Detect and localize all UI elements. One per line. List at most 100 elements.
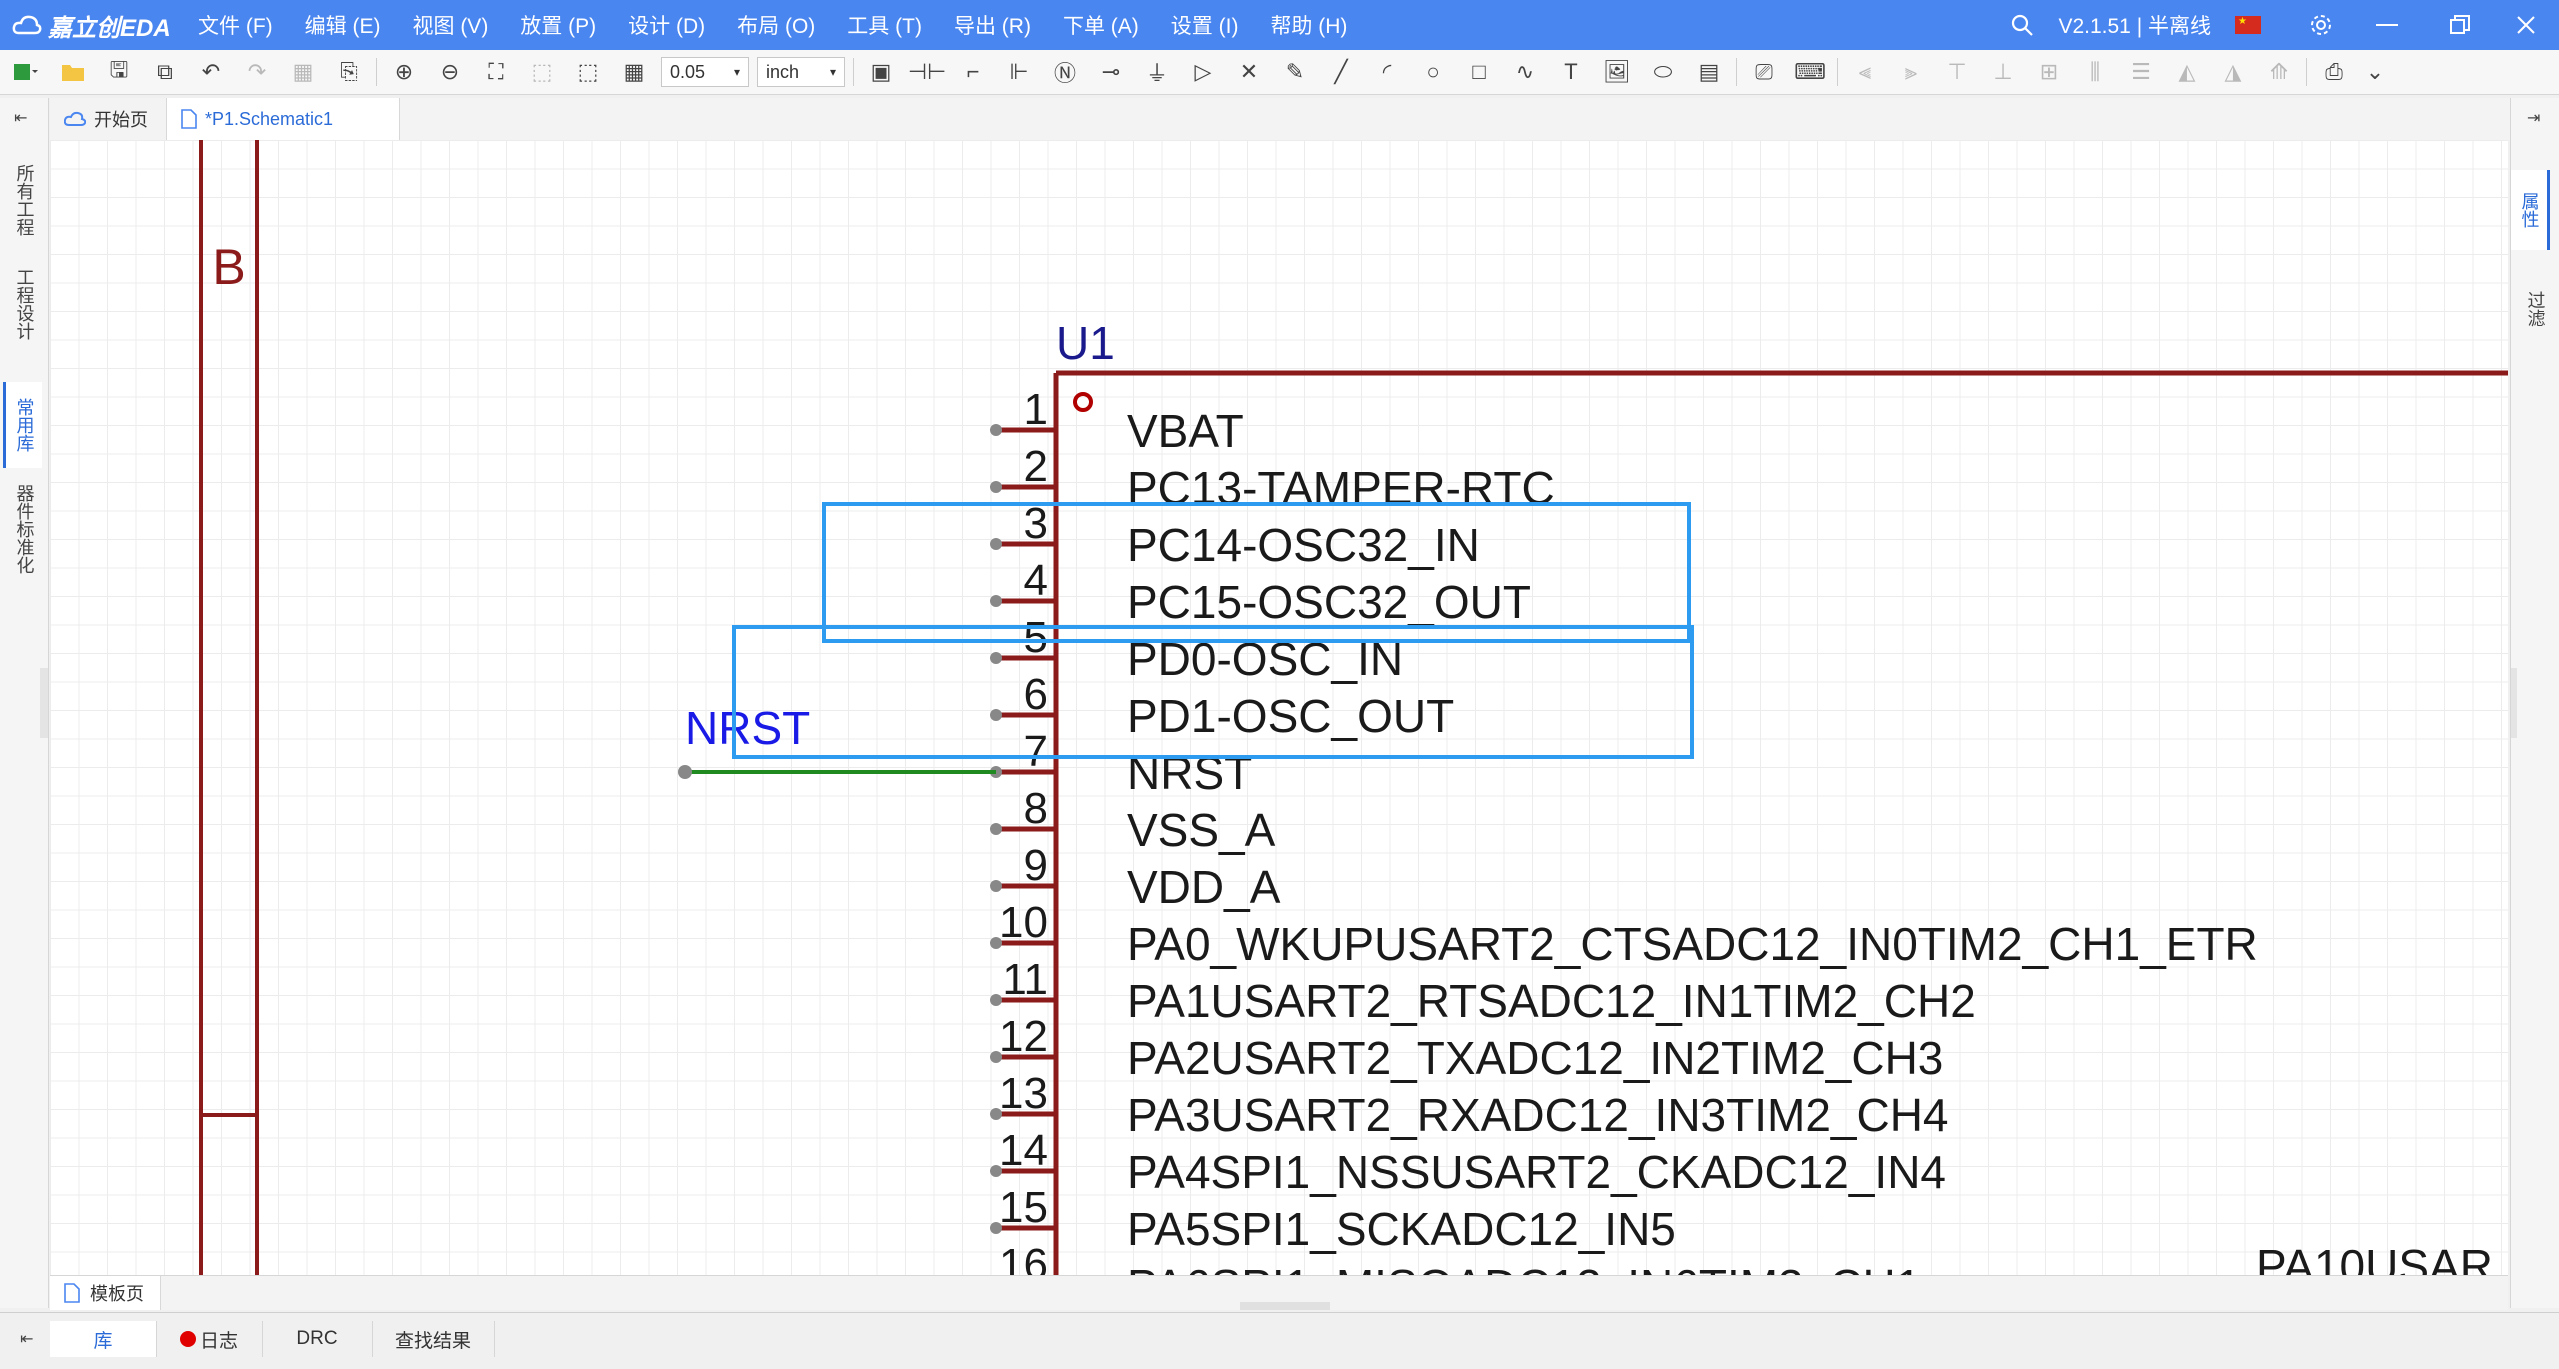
zoom-area-icon[interactable]: ⬚: [565, 52, 611, 92]
menu-file[interactable]: 文件 (F): [182, 10, 289, 40]
pin-endpoint[interactable]: [990, 880, 1002, 892]
pin-endpoint[interactable]: [990, 481, 1002, 493]
net-port-icon[interactable]: ▷: [1180, 52, 1226, 92]
search-icon[interactable]: [1996, 0, 2048, 50]
open-folder-icon[interactable]: [50, 52, 96, 92]
pin-panel-icon[interactable]: ⇤: [14, 108, 27, 128]
grid-size-select[interactable]: 0.05 ▾: [661, 57, 749, 87]
pin-endpoint[interactable]: [990, 709, 1002, 721]
pin-endpoint[interactable]: [990, 823, 1002, 835]
menu-tools[interactable]: 工具 (T): [831, 10, 938, 40]
arc-icon[interactable]: ◜: [1364, 52, 1410, 92]
net-label-icon[interactable]: Ⓝ: [1042, 52, 1088, 92]
sidebar-item-device-standardization[interactable]: 器件标准化: [6, 480, 42, 578]
sidebar-item-properties[interactable]: 属性: [2511, 170, 2550, 250]
net-flag-icon[interactable]: ⊸: [1088, 52, 1134, 92]
zoom-out-icon[interactable]: ⊖: [427, 52, 473, 92]
align-left-icon[interactable]: ⫷: [1842, 52, 1888, 92]
grid-icon[interactable]: ▦: [611, 52, 657, 92]
wire-endpoint[interactable]: [678, 765, 692, 779]
new-project-icon[interactable]: [0, 52, 50, 92]
circle-icon[interactable]: ○: [1410, 52, 1456, 92]
component-icon[interactable]: ▣: [858, 52, 904, 92]
component-designator[interactable]: U1: [1056, 317, 1115, 369]
sidebar-item-all-projects[interactable]: 所有工程: [6, 160, 42, 240]
zoom-selection-icon[interactable]: ⬚: [519, 52, 565, 92]
redo-icon[interactable]: ↷: [234, 52, 280, 92]
capacitor-icon[interactable]: ⊣⊢: [904, 52, 950, 92]
text-icon[interactable]: T: [1548, 52, 1594, 92]
find-similar-icon[interactable]: ⎘: [326, 52, 372, 92]
bottom-tab-find-results[interactable]: 查找结果: [372, 1321, 495, 1357]
menu-layout[interactable]: 布局 (O): [721, 10, 831, 40]
bottom-tab-log[interactable]: 日志: [156, 1321, 263, 1357]
menu-edit[interactable]: 编辑 (E): [289, 10, 397, 40]
no-connect-icon[interactable]: ✕: [1226, 52, 1272, 92]
ground-icon[interactable]: ⏚: [1134, 52, 1180, 92]
bottom-tab-library[interactable]: 库: [50, 1321, 157, 1357]
close-icon[interactable]: [2493, 0, 2559, 50]
line-icon[interactable]: ╱: [1318, 52, 1364, 92]
align-center-icon[interactable]: ⊞: [2026, 52, 2072, 92]
menu-help[interactable]: 帮助 (H): [1254, 10, 1363, 40]
panel-resize-handle[interactable]: [2511, 668, 2517, 738]
rectangle-icon[interactable]: □: [1456, 52, 1502, 92]
title-bar-right: V2.1.51 | 半离线: [1996, 0, 2559, 50]
save-icon[interactable]: 🖫: [96, 52, 142, 92]
distribute-h-icon[interactable]: ⫼: [2072, 52, 2118, 92]
tab-start-page[interactable]: 开始页: [50, 98, 167, 140]
distribute-v-icon[interactable]: ☰: [2118, 52, 2164, 92]
pin-endpoint[interactable]: [990, 424, 1002, 436]
image-icon[interactable]: 🖼: [1594, 52, 1640, 92]
net-label[interactable]: NRST: [685, 702, 810, 754]
ellipse-icon[interactable]: ⬭: [1640, 52, 1686, 92]
table-icon[interactable]: ▤: [1686, 52, 1732, 92]
sidebar-item-project-design[interactable]: 工程设计: [6, 264, 42, 344]
menu-order[interactable]: 下单 (A): [1047, 10, 1155, 40]
menu-export[interactable]: 导出 (R): [938, 10, 1047, 40]
sidebar-item-filter[interactable]: 过滤: [2517, 276, 2553, 342]
rotate-icon[interactable]: ⟰: [2256, 52, 2302, 92]
pin-panel-icon[interactable]: ⇥: [2527, 108, 2540, 128]
bus-icon[interactable]: ⊩: [996, 52, 1042, 92]
pin-endpoint[interactable]: [990, 994, 1002, 1006]
zoom-in-icon[interactable]: ⊕: [381, 52, 427, 92]
unit-select[interactable]: inch ▾: [757, 57, 845, 87]
align-bottom-icon[interactable]: ⊥: [1980, 52, 2026, 92]
menu-settings[interactable]: 设置 (I): [1155, 10, 1255, 40]
menu-view[interactable]: 视图 (V): [396, 10, 504, 40]
update-pcb-icon[interactable]: ⎚: [1741, 52, 1787, 92]
language-flag-icon[interactable]: [2235, 16, 2261, 34]
bottom-tab-drc[interactable]: DRC: [262, 1321, 373, 1357]
panel-resize-handle[interactable]: [1240, 1302, 1330, 1310]
wire-icon[interactable]: ⌐: [950, 52, 996, 92]
pen-icon[interactable]: ✎: [1272, 52, 1318, 92]
toolbar-divider: [1736, 58, 1737, 86]
pin-endpoint[interactable]: [990, 652, 1002, 664]
tab-template-page[interactable]: 模板页: [50, 1276, 161, 1310]
flip-v-icon[interactable]: ◮: [2210, 52, 2256, 92]
bezier-icon[interactable]: ∿: [1502, 52, 1548, 92]
pin-endpoint[interactable]: [990, 595, 1002, 607]
undo-icon[interactable]: ↶: [188, 52, 234, 92]
align-right-icon[interactable]: ⫸: [1888, 52, 1934, 92]
panel-resize-handle[interactable]: [40, 668, 48, 738]
tab-schematic[interactable]: *P1.Schematic1: [167, 98, 400, 140]
menu-design[interactable]: 设计 (D): [612, 10, 721, 40]
chip-icon[interactable]: ⌨: [1787, 52, 1833, 92]
schematic-canvas[interactable]: B U1 1 VBAT 2 PC13-TAMPER-RTC 3 PC14-OSC32_IN…: [50, 140, 2508, 1275]
fit-all-icon[interactable]: ⛶: [473, 52, 519, 92]
pin-panel-icon[interactable]: ⇤: [20, 1329, 33, 1349]
pin-endpoint[interactable]: [990, 538, 1002, 550]
more-chevron-icon[interactable]: ⌄: [2357, 52, 2393, 92]
flip-h-icon[interactable]: ◭: [2164, 52, 2210, 92]
group-icon[interactable]: ▦: [280, 52, 326, 92]
save-all-icon[interactable]: ⧉: [142, 52, 188, 92]
gear-icon[interactable]: [2295, 0, 2347, 50]
menu-place[interactable]: 放置 (P): [504, 10, 612, 40]
align-top-icon[interactable]: ⊤: [1934, 52, 1980, 92]
sidebar-item-common-library[interactable]: 常用库: [3, 382, 42, 468]
minimize-icon[interactable]: [2347, 0, 2427, 50]
bom-icon[interactable]: ⎙: [2311, 52, 2357, 92]
restore-icon[interactable]: [2427, 0, 2493, 50]
